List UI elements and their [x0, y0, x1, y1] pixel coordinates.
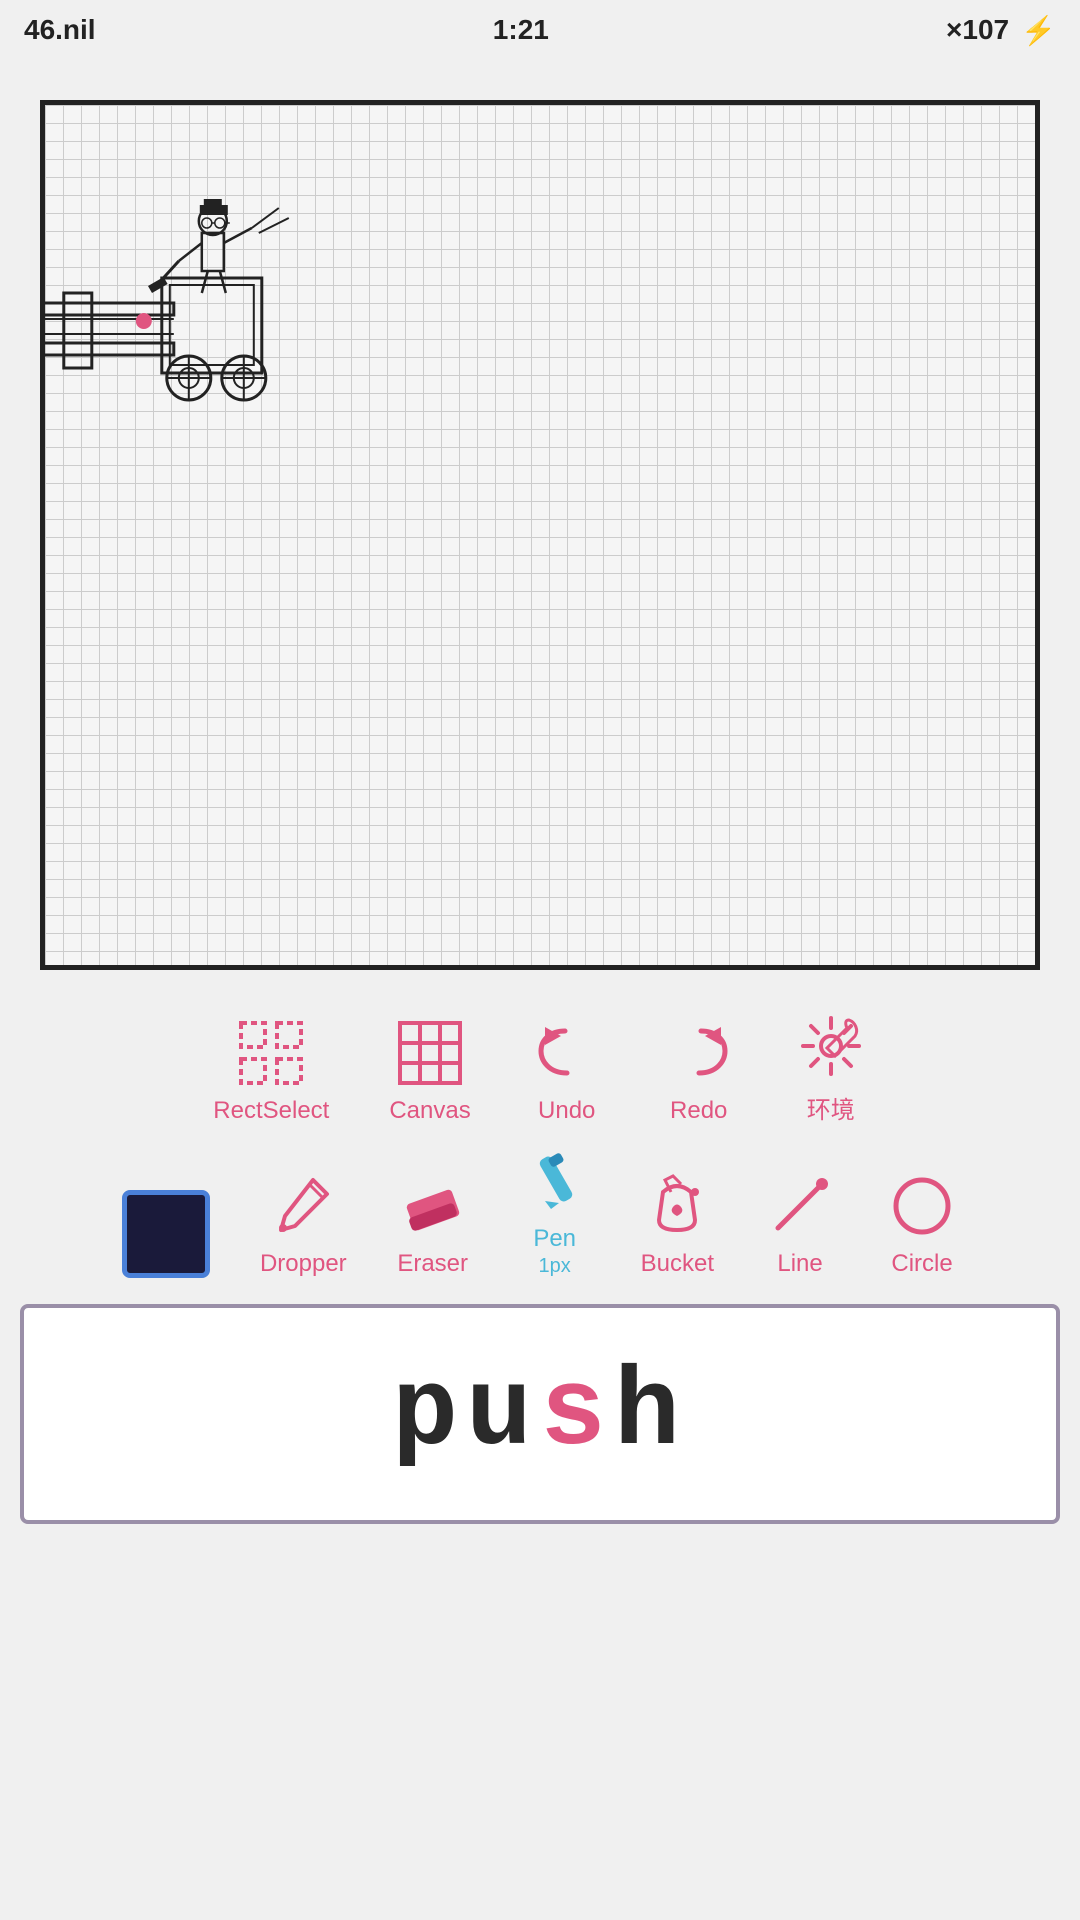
push-s: s: [540, 1352, 614, 1477]
undo-icon: [531, 1017, 603, 1089]
circle-icon: [886, 1170, 958, 1242]
settings-label: 环境: [807, 1090, 855, 1125]
redo-icon: [663, 1017, 735, 1089]
eraser-icon: [397, 1170, 469, 1242]
tool-pen[interactable]: Pen 1px: [519, 1145, 591, 1278]
status-time: 1:21: [493, 14, 549, 46]
tool-color-swatch[interactable]: [122, 1190, 210, 1278]
dropper-label: Dropper: [260, 1250, 347, 1278]
eraser-label: Eraser: [397, 1250, 468, 1278]
settings-icon: [795, 1010, 867, 1082]
bucket-icon: [641, 1170, 713, 1242]
tool-line[interactable]: Line: [764, 1170, 836, 1278]
toolbar-row-2: Dropper Eraser Pen 1px: [0, 1135, 1080, 1288]
line-label: Line: [777, 1250, 822, 1278]
status-battery-pct: ×107: [946, 14, 1009, 46]
pen-icon: [519, 1145, 591, 1217]
pixel-art-drawing: [40, 193, 364, 473]
push-p: p: [392, 1352, 466, 1477]
tool-settings[interactable]: 环境: [795, 1010, 867, 1125]
push-text: push: [392, 1352, 688, 1477]
dropper-icon: [267, 1170, 339, 1242]
status-signal: 46.nil: [24, 14, 96, 46]
canvas-icon: [394, 1017, 466, 1089]
tool-canvas[interactable]: Canvas: [389, 1017, 470, 1125]
status-bar: 46.nil 1:21 ×107 ⚡: [0, 0, 1080, 60]
redo-label: Redo: [670, 1097, 727, 1125]
push-u: u: [466, 1352, 540, 1477]
push-button-area[interactable]: push: [20, 1304, 1060, 1524]
rect-select-icon: [235, 1017, 307, 1089]
pen-size-label: 1px: [539, 1255, 571, 1278]
current-color[interactable]: [122, 1190, 210, 1278]
line-icon: [764, 1170, 836, 1242]
tool-redo[interactable]: Redo: [663, 1017, 735, 1125]
drawing-canvas[interactable]: [40, 100, 1040, 970]
tool-eraser[interactable]: Eraser: [397, 1170, 469, 1278]
toolbar-row-1: RectSelect Canvas Undo: [0, 990, 1080, 1135]
tool-rect-select[interactable]: RectSelect: [213, 1017, 329, 1125]
tool-undo[interactable]: Undo: [531, 1017, 603, 1125]
canvas-label: Canvas: [389, 1097, 470, 1125]
tool-bucket[interactable]: Bucket: [641, 1170, 714, 1278]
push-h: h: [614, 1352, 688, 1477]
status-right: ×107 ⚡: [946, 14, 1056, 47]
pen-label: Pen: [533, 1225, 576, 1253]
rect-select-label: RectSelect: [213, 1097, 329, 1125]
tool-circle[interactable]: Circle: [886, 1170, 958, 1278]
undo-label: Undo: [538, 1097, 595, 1125]
tool-dropper[interactable]: Dropper: [260, 1170, 347, 1278]
circle-label: Circle: [891, 1250, 952, 1278]
bucket-label: Bucket: [641, 1250, 714, 1278]
lightning-icon: ⚡: [1021, 14, 1056, 47]
